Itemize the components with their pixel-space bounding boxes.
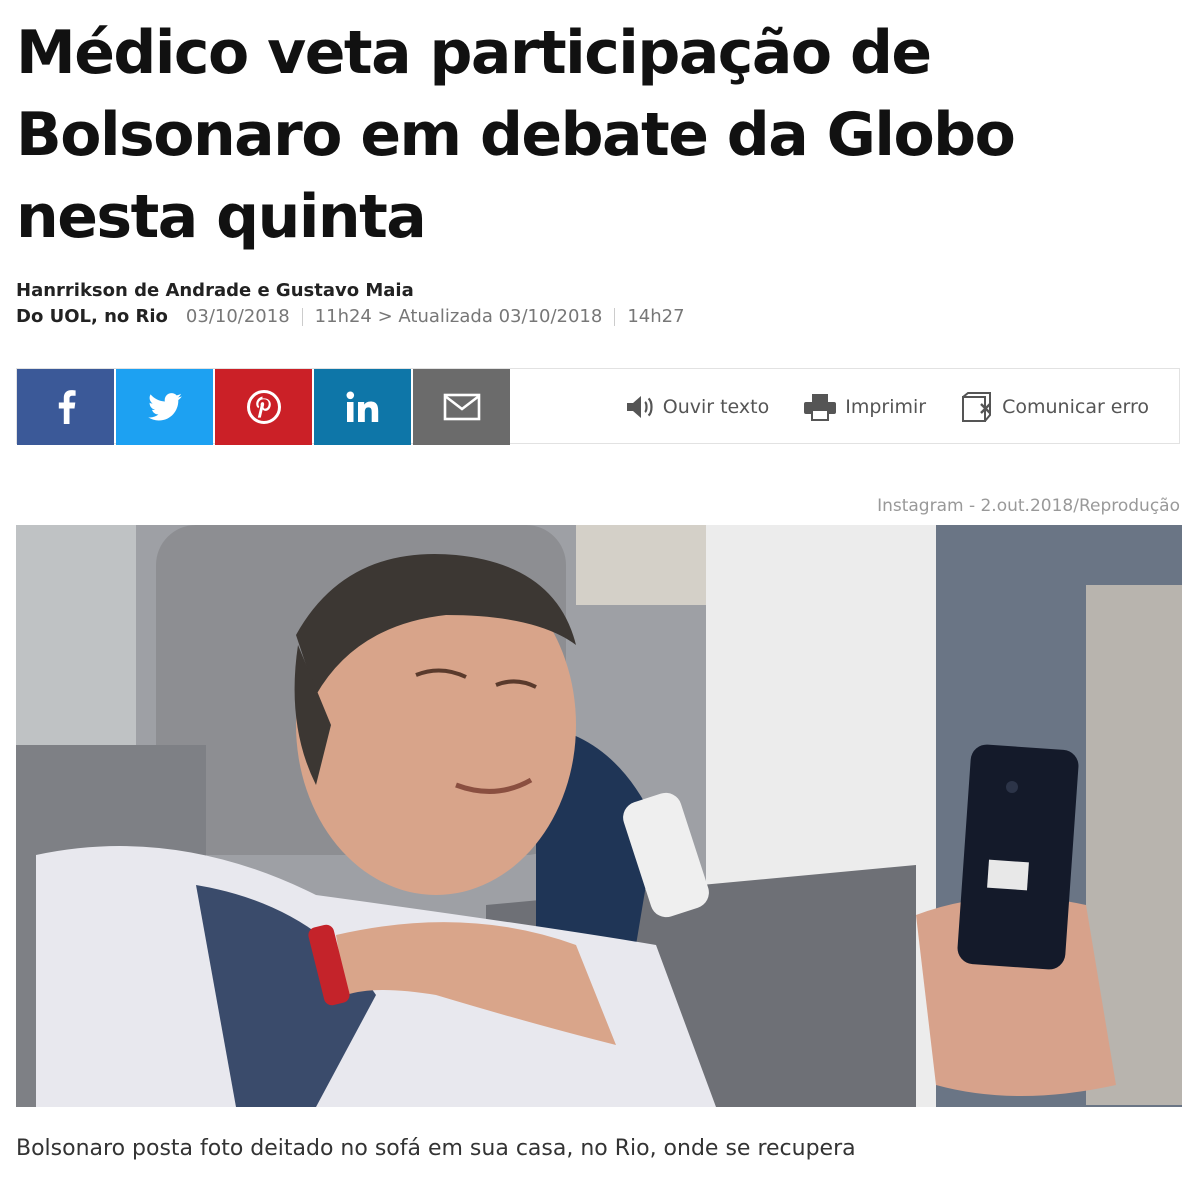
linkedin-icon bbox=[346, 391, 378, 422]
listen-button[interactable]: Ouvir texto bbox=[625, 394, 770, 420]
article-time-updated: 11h24 > Atualizada 03/10/2018 bbox=[314, 306, 603, 327]
article-authors: Hanrrikson de Andrade e Gustavo Maia bbox=[16, 280, 414, 301]
report-error-button[interactable]: Comunicar erro bbox=[960, 391, 1149, 423]
facebook-icon bbox=[58, 390, 76, 424]
meta-divider bbox=[614, 308, 616, 326]
print-button[interactable]: Imprimir bbox=[803, 393, 926, 421]
article-headline: Médico veta participação de Bolsonaro em… bbox=[16, 18, 1016, 252]
share-buttons bbox=[17, 369, 510, 445]
listen-label: Ouvir texto bbox=[662, 396, 770, 418]
article-date: 03/10/2018 bbox=[185, 306, 290, 327]
twitter-share-button[interactable] bbox=[116, 369, 213, 445]
report-error-icon bbox=[962, 392, 992, 422]
article-meta: Do UOL, no Rio 03/10/2018 11h24 > Atuali… bbox=[16, 304, 685, 330]
photo-illustration bbox=[16, 525, 1182, 1107]
report-error-label: Comunicar erro bbox=[1002, 396, 1149, 418]
speaker-icon bbox=[626, 396, 653, 418]
print-label: Imprimir bbox=[845, 396, 927, 418]
twitter-icon bbox=[147, 393, 182, 421]
article-source: Do UOL, no Rio bbox=[16, 306, 168, 327]
envelope-icon bbox=[443, 393, 480, 421]
photo-caption: Bolsonaro posta foto deitado no sofá em … bbox=[16, 1136, 856, 1161]
pinterest-icon bbox=[246, 390, 281, 424]
article-time: 14h27 bbox=[627, 306, 685, 327]
pinterest-share-button[interactable] bbox=[215, 369, 312, 445]
article-photo bbox=[16, 525, 1182, 1107]
byline: Hanrrikson de Andrade e Gustavo Maia Do … bbox=[16, 278, 685, 330]
email-share-button[interactable] bbox=[413, 369, 510, 445]
printer-icon bbox=[804, 394, 837, 421]
linkedin-share-button[interactable] bbox=[314, 369, 411, 445]
article-tools: Ouvir texto Imprimir Comunicar erro bbox=[591, 369, 1149, 445]
facebook-share-button[interactable] bbox=[17, 369, 114, 445]
share-bar: Ouvir texto Imprimir Comunicar erro bbox=[16, 368, 1180, 445]
photo-credit: Instagram - 2.out.2018/Reprodução bbox=[877, 496, 1180, 516]
meta-divider bbox=[301, 308, 303, 326]
